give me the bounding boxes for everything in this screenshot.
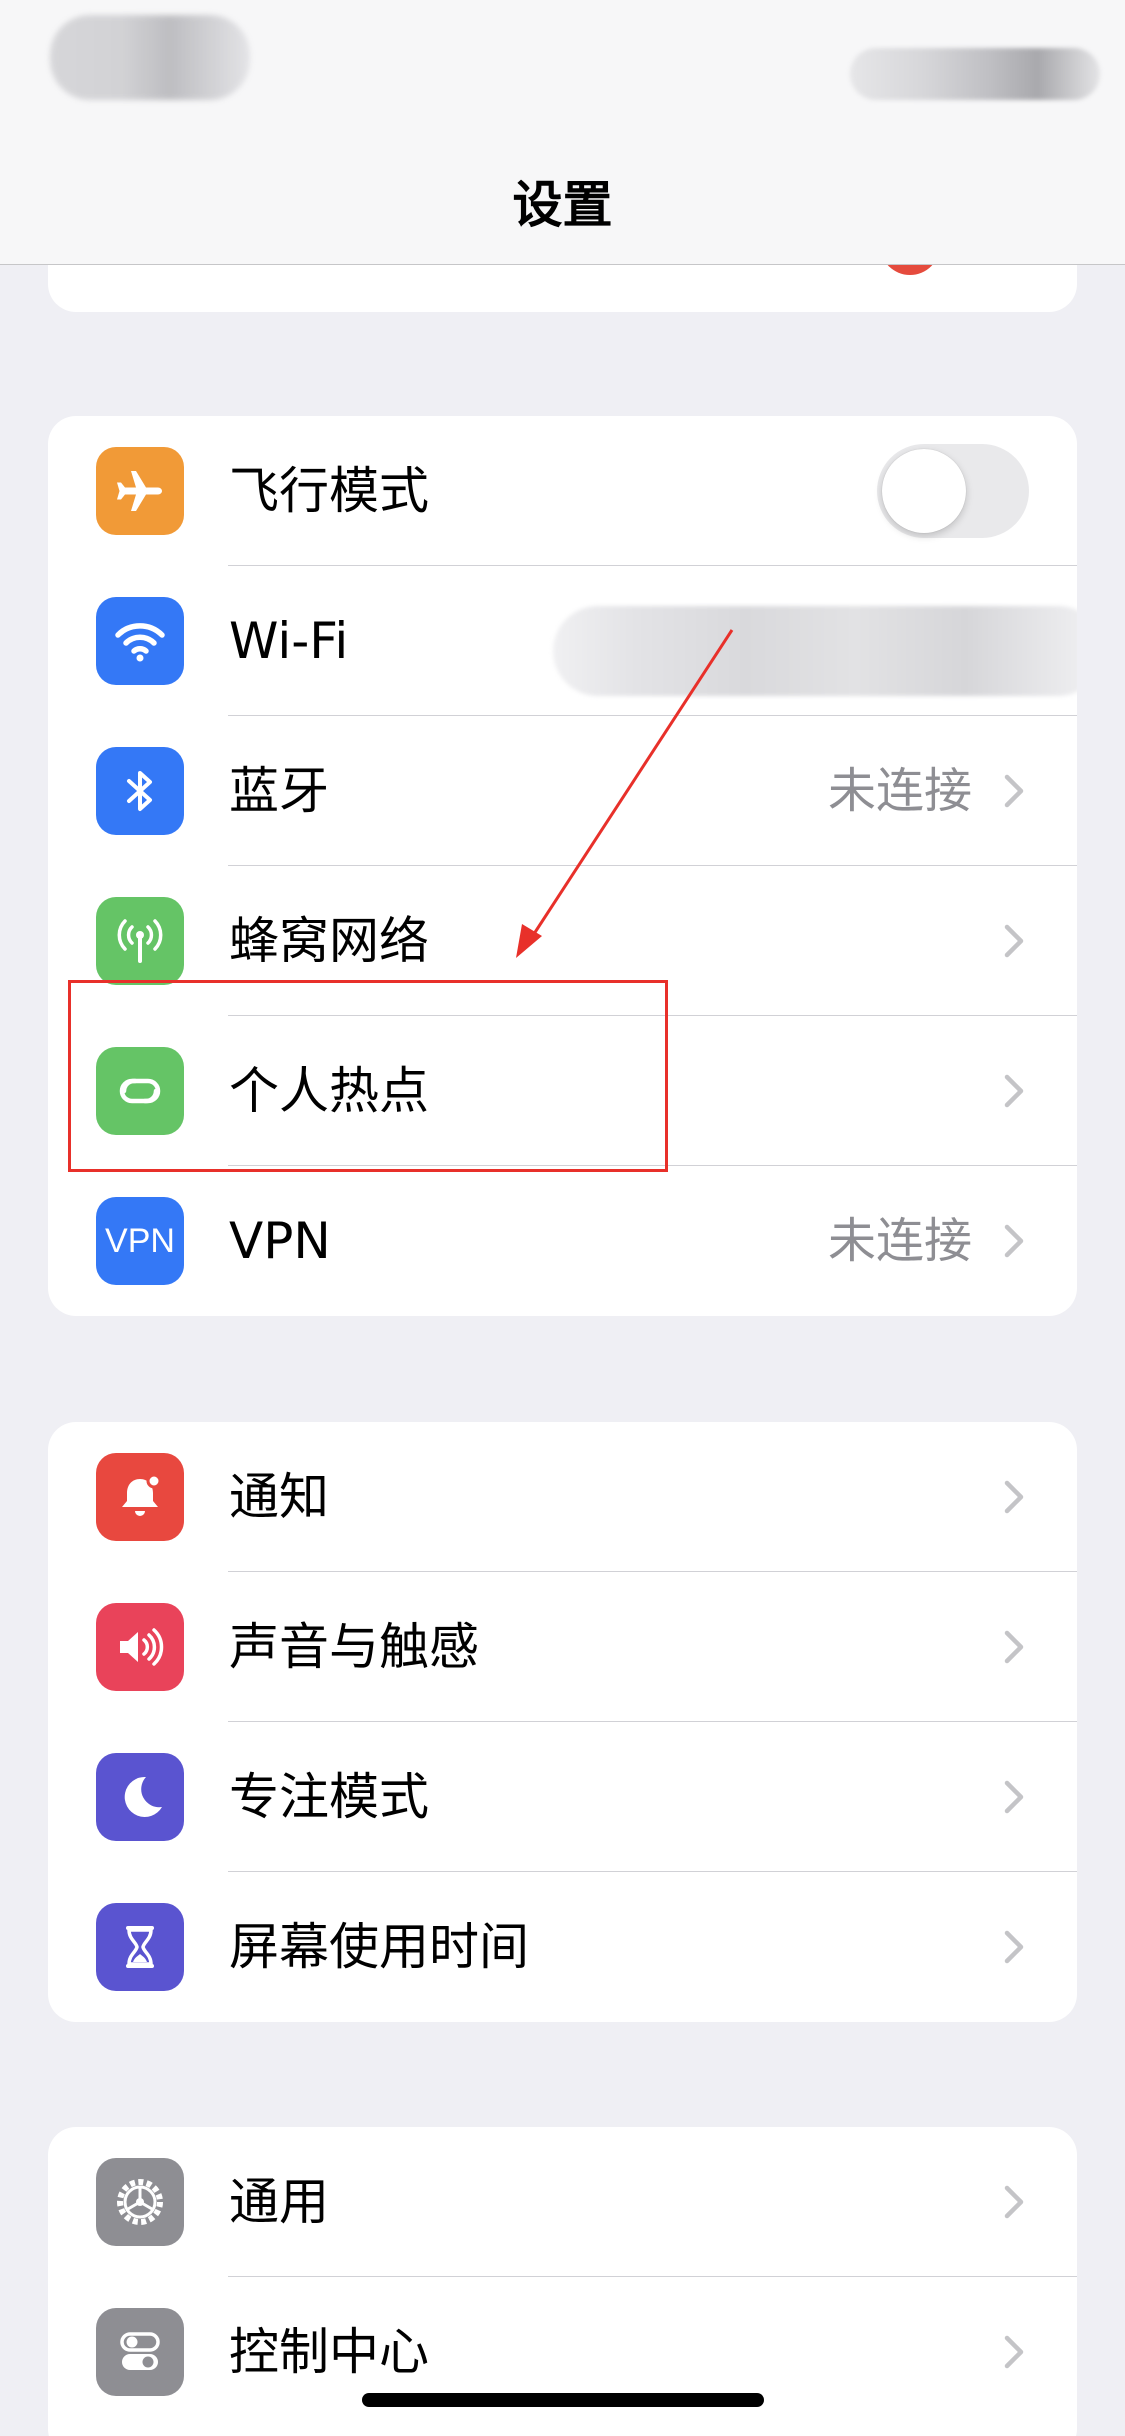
chevron-right-icon <box>1004 1480 1024 1514</box>
status-bar-time-blurred <box>50 15 250 100</box>
sounds-haptics-label: 声音与触感 <box>229 1618 479 1676</box>
notifications-label: 通知 <box>229 1468 329 1526</box>
screen-time-label: 屏幕使用时间 <box>229 1918 529 1976</box>
toggle-knob <box>882 449 966 533</box>
chevron-right-icon <box>1004 924 1024 958</box>
vpn-label: VPN <box>229 1212 331 1270</box>
gear-icon <box>96 2158 184 2246</box>
airplane-mode-row: 飞行模式 <box>48 416 1077 566</box>
wifi-icon <box>96 597 184 685</box>
chevron-right-icon <box>1004 2335 1024 2369</box>
airplane-mode-label: 飞行模式 <box>229 462 429 520</box>
cellular-antenna-icon <box>96 897 184 985</box>
notifications-row[interactable]: 通知 <box>48 1422 1077 1572</box>
speaker-icon <box>96 1603 184 1691</box>
vpn-icon: VPN <box>96 1197 184 1285</box>
chevron-right-icon <box>1004 1074 1024 1108</box>
navigation-bar: 设置 <box>0 0 1125 265</box>
highlight-box-annotation <box>68 980 668 1172</box>
bluetooth-row[interactable]: 蓝牙 未连接 <box>48 716 1077 866</box>
bluetooth-label: 蓝牙 <box>229 762 329 820</box>
connectivity-group: 飞行模式 Wi-Fi 蓝牙 未连接 蜂窝网络 个人热点 VPN VPN 未连接 <box>48 416 1077 1316</box>
chevron-right-icon <box>1004 1630 1024 1664</box>
bluetooth-status: 未连接 <box>827 763 972 819</box>
bluetooth-icon <box>96 747 184 835</box>
chevron-right-icon <box>1004 1224 1024 1258</box>
sounds-haptics-row[interactable]: 声音与触感 <box>48 1572 1077 1722</box>
chevron-right-icon <box>1004 2185 1024 2219</box>
screen-time-row[interactable]: 屏幕使用时间 <box>48 1872 1077 2022</box>
focus-row[interactable]: 专注模式 <box>48 1722 1077 1872</box>
wifi-network-name-blurred <box>553 606 1077 696</box>
general-label: 通用 <box>229 2173 329 2231</box>
page-title: 设置 <box>512 176 613 234</box>
settings-screen: 设置 飞行模式 Wi-Fi 蓝牙 未连接 蜂窝网络 个人热点 VPN VPN 未… <box>0 0 1125 2436</box>
chevron-right-icon <box>1004 1930 1024 1964</box>
general-row[interactable]: 通用 <box>48 2127 1077 2277</box>
moon-icon <box>96 1753 184 1841</box>
vpn-icon-text: VPN <box>105 1221 175 1260</box>
notifications-group: 通知 声音与触感 专注模式 屏幕使用时间 <box>48 1422 1077 2022</box>
wifi-row[interactable]: Wi-Fi <box>48 566 1077 716</box>
bell-badge-icon <box>96 1453 184 1541</box>
switches-icon <box>96 2308 184 2396</box>
wifi-label: Wi-Fi <box>229 612 349 670</box>
vpn-status: 未连接 <box>827 1213 972 1269</box>
focus-label: 专注模式 <box>229 1768 429 1826</box>
chevron-right-icon <box>1004 774 1024 808</box>
general-group: 通用 控制中心 <box>48 2127 1077 2436</box>
home-indicator[interactable] <box>362 2393 764 2407</box>
airplane-mode-toggle[interactable] <box>877 444 1029 538</box>
hourglass-icon <box>96 1903 184 1991</box>
vpn-row[interactable]: VPN VPN 未连接 <box>48 1166 1077 1316</box>
status-bar-indicators-blurred <box>850 48 1100 100</box>
chevron-right-icon <box>1004 1780 1024 1814</box>
airplane-icon <box>96 447 184 535</box>
